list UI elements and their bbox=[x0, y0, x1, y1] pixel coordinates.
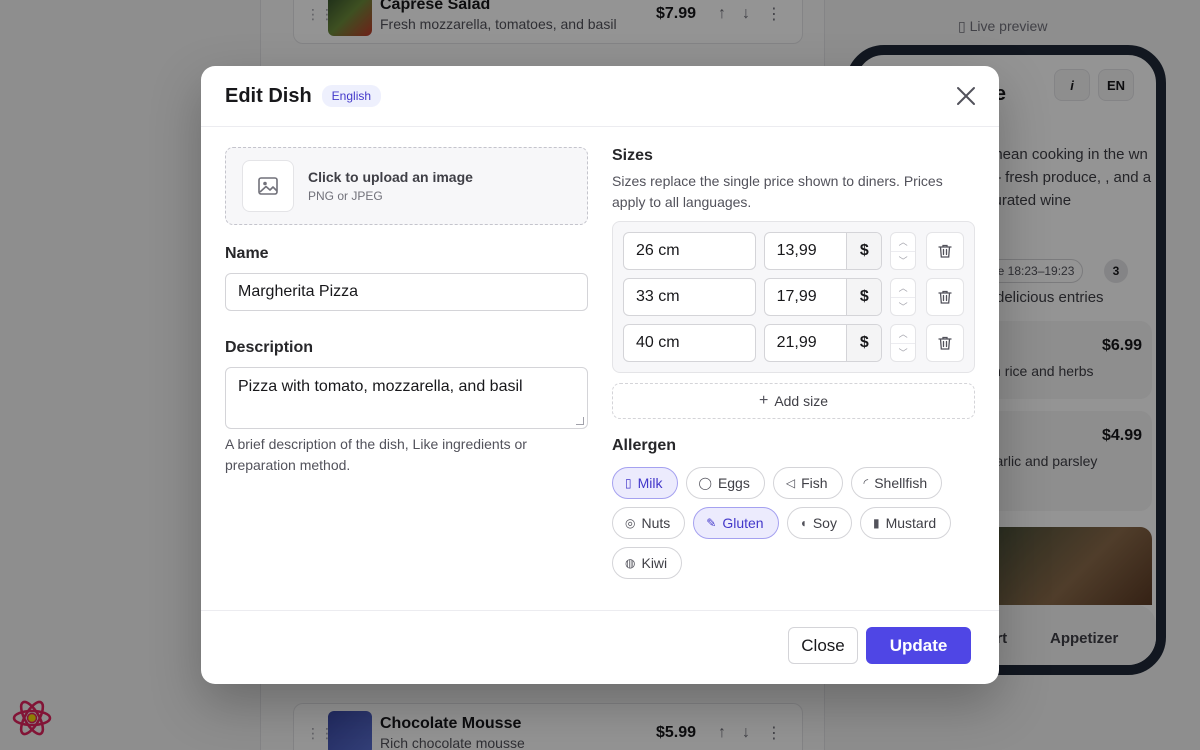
close-button[interactable]: Close bbox=[788, 627, 858, 664]
allergen-chip-kiwi[interactable]: ◍ Kiwi bbox=[612, 547, 683, 579]
description-textarea[interactable]: Pizza with tomato, mozzarella, and basil bbox=[225, 367, 588, 429]
size-price-group: 21,99 $ bbox=[763, 324, 883, 362]
language-badge: English bbox=[321, 85, 382, 107]
chevron-up-icon[interactable]: ︿ bbox=[891, 233, 915, 251]
allergen-chip-soy[interactable]: ◖ Soy bbox=[786, 507, 852, 539]
upload-title: Click to upload an image bbox=[308, 169, 473, 185]
image-icon bbox=[242, 160, 294, 212]
currency-symbol: $ bbox=[846, 279, 882, 315]
currency-symbol: $ bbox=[846, 325, 882, 361]
trash-icon bbox=[938, 336, 952, 350]
allergen-chip-shellfish[interactable]: ◜ Shellfish bbox=[850, 467, 943, 499]
egg-icon: ◯ bbox=[698, 476, 712, 490]
close-icon[interactable] bbox=[953, 83, 979, 109]
trash-icon bbox=[938, 290, 952, 304]
reorder-stepper: ︿ ﹀ bbox=[890, 324, 917, 362]
resize-handle-icon[interactable] bbox=[576, 417, 584, 425]
upload-hint: PNG or JPEG bbox=[308, 189, 383, 203]
edit-dish-dialog: Edit Dish English Click to upload an ima… bbox=[201, 66, 999, 684]
chevron-up-icon[interactable]: ︿ bbox=[891, 325, 915, 343]
dialog-title: Edit Dish bbox=[225, 84, 312, 107]
size-name-input[interactable]: 40 cm bbox=[623, 324, 756, 362]
size-price-input[interactable]: 17,99 bbox=[765, 279, 847, 315]
add-size-label: Add size bbox=[774, 393, 829, 409]
size-price-input[interactable]: 13,99 bbox=[765, 233, 847, 269]
delete-size-button[interactable] bbox=[926, 232, 965, 270]
allergen-chip-mustard[interactable]: ▮ Mustard bbox=[859, 507, 952, 539]
allergen-chip-fish[interactable]: ◁ Fish bbox=[772, 467, 843, 499]
size-row: 40 cm 21,99 $ ︿ ﹀ bbox=[623, 324, 965, 362]
chevron-down-icon[interactable]: ﹀ bbox=[891, 342, 916, 362]
wheat-icon: ✎ bbox=[706, 516, 717, 530]
name-label: Name bbox=[225, 245, 269, 262]
size-name-input[interactable]: 26 cm bbox=[623, 232, 756, 270]
delete-size-button[interactable] bbox=[926, 278, 965, 316]
description-label: Description bbox=[225, 339, 314, 356]
allergen-chip-gluten[interactable]: ✎ Gluten bbox=[693, 507, 779, 539]
currency-symbol: $ bbox=[846, 233, 882, 269]
allergen-chips: ▯ Milk ◯ Eggs ◁ Fish ◜ Shellfish ◎ Nuts … bbox=[612, 467, 977, 579]
name-input[interactable]: Margherita Pizza bbox=[225, 273, 588, 311]
delete-size-button[interactable] bbox=[926, 324, 965, 362]
chevron-up-icon[interactable]: ︿ bbox=[891, 279, 915, 297]
reorder-stepper: ︿ ﹀ bbox=[890, 232, 917, 270]
dialog-header: Edit Dish English bbox=[201, 66, 999, 127]
description-help-text: A brief description of the dish, Like in… bbox=[225, 436, 527, 473]
sizes-list: 26 cm 13,99 $ ︿ ﹀ 33 cm 17,99 $ ︿ ﹀ 40 c… bbox=[612, 221, 975, 373]
plus-icon: + bbox=[758, 392, 769, 409]
shrimp-icon: ◜ bbox=[863, 476, 869, 490]
description-text: Pizza with tomato, mozzarella, and basil bbox=[238, 378, 523, 395]
chevron-down-icon[interactable]: ﹀ bbox=[891, 296, 916, 316]
sizes-description: Sizes replace the single price shown to … bbox=[612, 173, 943, 210]
size-name-input[interactable]: 33 cm bbox=[623, 278, 756, 316]
trash-icon bbox=[938, 244, 952, 258]
size-row: 26 cm 13,99 $ ︿ ﹀ bbox=[623, 232, 965, 270]
reorder-stepper: ︿ ﹀ bbox=[890, 278, 917, 316]
allergen-chip-eggs[interactable]: ◯ Eggs bbox=[685, 467, 765, 499]
kiwi-icon: ◍ bbox=[625, 556, 636, 570]
milk-bottle-icon: ▯ bbox=[625, 476, 632, 490]
allergen-chip-milk[interactable]: ▯ Milk bbox=[612, 467, 678, 499]
fish-icon: ◁ bbox=[785, 476, 796, 490]
add-size-button[interactable]: + Add size bbox=[612, 383, 975, 419]
size-row: 33 cm 17,99 $ ︿ ﹀ bbox=[623, 278, 965, 316]
sizes-label: Sizes bbox=[612, 147, 653, 164]
allergen-chip-nuts[interactable]: ◎ Nuts bbox=[612, 507, 686, 539]
update-button[interactable]: Update bbox=[866, 627, 971, 664]
nut-icon: ◎ bbox=[625, 516, 636, 530]
mustard-bottle-icon: ▮ bbox=[872, 516, 880, 530]
image-upload-dropzone[interactable]: Click to upload an image PNG or JPEG bbox=[225, 147, 588, 225]
size-price-input[interactable]: 21,99 bbox=[765, 325, 847, 361]
chevron-down-icon[interactable]: ﹀ bbox=[891, 250, 916, 270]
dialog-footer: Close Update bbox=[201, 610, 999, 684]
size-price-group: 17,99 $ bbox=[763, 278, 883, 316]
size-price-group: 13,99 $ bbox=[763, 232, 883, 270]
bean-icon: ◖ bbox=[799, 516, 807, 530]
allergen-label: Allergen bbox=[612, 437, 677, 454]
